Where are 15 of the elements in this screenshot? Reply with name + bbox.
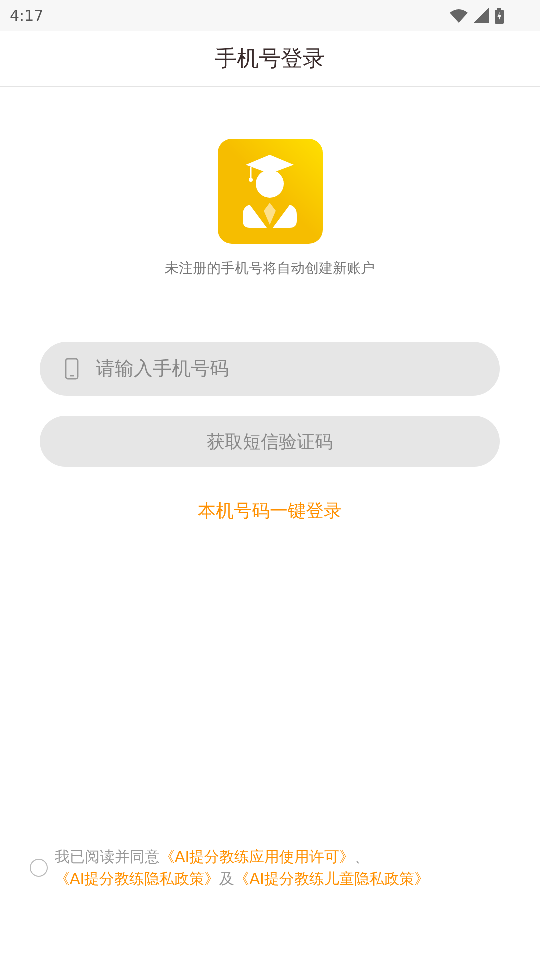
policy-link[interactable]: 《AI提分教练应用使用许可》 xyxy=(160,848,355,866)
policy-link[interactable]: 《AI提分教练儿童隐私政策》 xyxy=(234,870,430,888)
agreement-text: 我已阅读并同意《AI提分教练应用使用许可》、 《AI提分教练隐私政策》及《AI提分教练儿童隐私政策》 xyxy=(55,847,430,890)
logo-caption: 未注册的手机号将自动创建新账户 xyxy=(165,260,375,278)
status-time: 4:17 xyxy=(10,6,44,24)
battery-charging-icon xyxy=(495,8,504,24)
wifi-icon xyxy=(450,8,468,22)
signal-icon xyxy=(474,8,489,23)
agreement-checkbox[interactable] xyxy=(30,859,48,877)
one-tap-login-link[interactable]: 本机号码一键登录 xyxy=(198,499,342,523)
phone-icon xyxy=(65,358,79,380)
page-title: 手机号登录 xyxy=(215,46,325,74)
phone-input-field[interactable]: 请输入手机号码 xyxy=(40,342,500,396)
policy-link[interactable]: 《AI提分教练隐私政策》 xyxy=(55,870,220,888)
app-logo-icon xyxy=(218,139,322,244)
